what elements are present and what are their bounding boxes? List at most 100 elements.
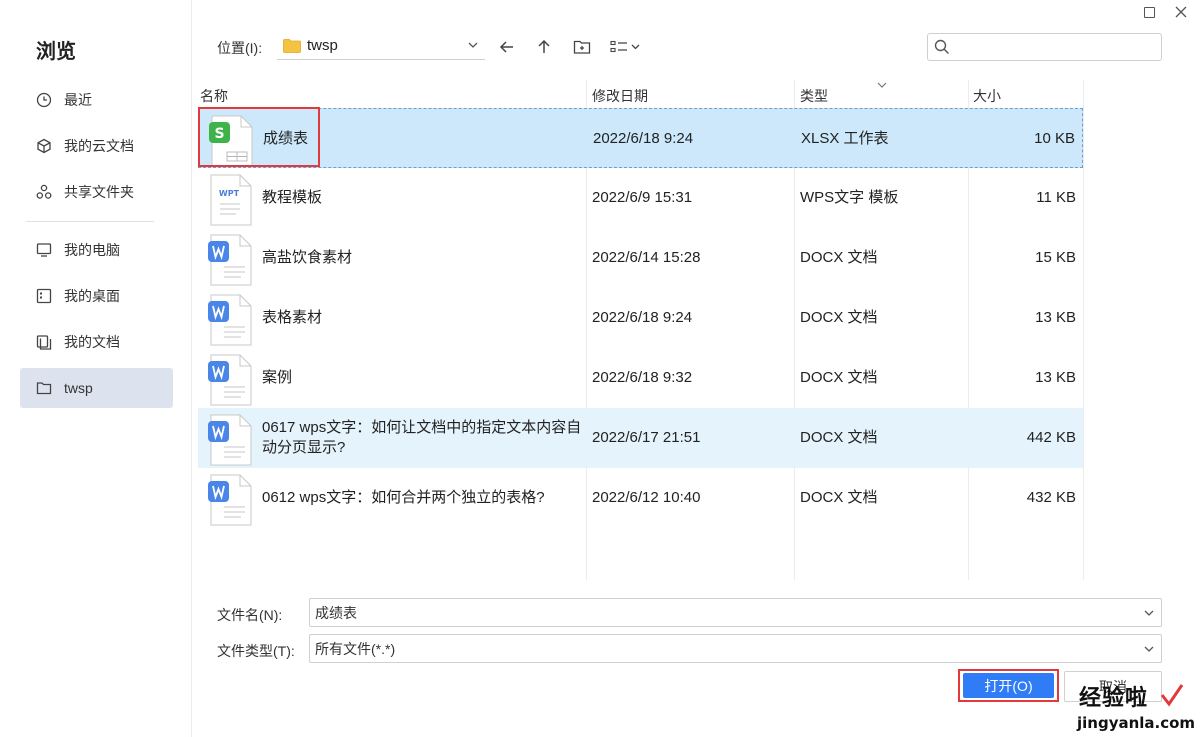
file-type: DOCX 文档 (800, 369, 878, 386)
chevron-down-icon (1144, 646, 1154, 652)
file-row[interactable]: 0612 wps文字：如何合并两个独立的表格? 2022/6/12 10:40 … (198, 468, 1083, 528)
search-input[interactable] (954, 39, 1161, 55)
sidebar-title: 浏览 (36, 41, 76, 63)
sidebar: 浏览 最近 我的云文档 共享文件夹 我的电脑 我的桌面 我的文档 twsp (0, 0, 192, 737)
up-button[interactable] (531, 34, 557, 60)
close-icon (1175, 6, 1187, 18)
location-label: 位置(I): (217, 40, 263, 56)
file-row[interactable]: WPT 教程模板 2022/6/9 15:31 WPS文字 模板 11 KB (198, 168, 1083, 228)
sidebar-item-recent[interactable]: 最近 (20, 80, 173, 120)
file-name: 0612 wps文字：如何合并两个独立的表格? (262, 489, 545, 506)
sidebar-item-label: 我的电脑 (64, 242, 120, 258)
clock-icon (36, 92, 52, 108)
file-size: 13 KB (1035, 369, 1076, 386)
file-name: 表格素材 (262, 309, 323, 326)
view-mode-button[interactable] (609, 34, 645, 60)
file-type: DOCX 文档 (800, 309, 878, 326)
file-type: DOCX 文档 (800, 429, 878, 446)
location-dropdown[interactable]: twsp (277, 32, 485, 60)
file-row[interactable]: S 成绩表 2022/6/18 9:24 XLSX 工作表 10 KB (198, 108, 1083, 168)
location-value: twsp (307, 37, 338, 54)
sidebar-item-my-computer[interactable]: 我的电脑 (20, 230, 173, 270)
sidebar-item-my-desktop[interactable]: 我的桌面 (20, 276, 173, 316)
sidebar-item-my-documents[interactable]: 我的文档 (20, 322, 173, 362)
sidebar-item-label: 最近 (64, 92, 92, 108)
word-file-icon (208, 474, 252, 526)
column-separator (1083, 80, 1084, 580)
word-file-icon (208, 414, 252, 466)
sidebar-item-shared-folder[interactable]: 共享文件夹 (20, 172, 173, 212)
column-header-name[interactable]: 名称 (200, 86, 228, 106)
checkmark-icon (1160, 684, 1184, 707)
search-icon (934, 39, 949, 54)
close-button[interactable] (1169, 2, 1193, 22)
file-row[interactable]: 高盐饮食素材 2022/6/14 15:28 DOCX 文档 15 KB (198, 228, 1083, 288)
filetype-select[interactable]: 所有文件(*.*) (309, 634, 1162, 663)
sidebar-item-label: 我的文档 (64, 334, 120, 350)
filename-value: 成绩表 (315, 604, 357, 621)
folder-icon (36, 380, 52, 396)
file-date: 2022/6/12 10:40 (592, 489, 701, 506)
column-header-type[interactable]: 类型 (800, 86, 828, 106)
filename-field[interactable]: 成绩表 (309, 598, 1162, 627)
sidebar-item-label: 我的桌面 (64, 288, 120, 304)
file-row[interactable]: 0617 wps文字：如何让文档中的指定文本内容自动分页显示? 2022/6/1… (198, 408, 1083, 468)
documents-icon (36, 334, 52, 350)
file-date: 2022/6/9 15:31 (592, 189, 693, 206)
folder-icon (283, 38, 301, 53)
file-name: 0617 wps文字：如何让文档中的指定文本内容自动分页显示? (262, 419, 582, 456)
maximize-icon (1143, 6, 1155, 18)
file-type: DOCX 文档 (800, 489, 878, 506)
file-row[interactable]: 案例 2022/6/18 9:32 DOCX 文档 13 KB (198, 348, 1083, 408)
file-date: 2022/6/14 15:28 (592, 249, 701, 266)
column-header-date[interactable]: 修改日期 (592, 86, 648, 106)
wpt-badge: WPT (219, 189, 240, 198)
file-size: 15 KB (1035, 249, 1076, 266)
new-folder-button[interactable] (569, 34, 595, 60)
back-button[interactable] (494, 34, 520, 60)
desktop-icon (36, 288, 52, 304)
open-button[interactable]: 打开(O) (958, 669, 1059, 702)
sort-chevron-icon (877, 82, 887, 88)
chevron-down-icon (1144, 610, 1154, 616)
sidebar-item-label: 我的云文档 (64, 138, 134, 154)
sidebar-item-twsp[interactable]: twsp (20, 368, 173, 408)
file-name: 教程模板 (262, 189, 323, 206)
file-size: 442 KB (1026, 429, 1076, 446)
file-name: 高盐饮食素材 (262, 249, 353, 266)
cube-icon (36, 138, 52, 154)
cancel-button-label: 取消 (1099, 678, 1127, 695)
sidebar-item-label: 共享文件夹 (64, 184, 134, 200)
watermark-url: jingyanla.com (1077, 714, 1196, 732)
maximize-button[interactable] (1137, 2, 1161, 22)
file-size: 11 KB (1036, 189, 1076, 206)
file-name: 案例 (262, 369, 293, 386)
new-folder-icon (573, 40, 591, 54)
file-row[interactable]: 表格素材 2022/6/18 9:24 DOCX 文档 13 KB (198, 288, 1083, 348)
search-box[interactable] (927, 33, 1162, 61)
column-header-size[interactable]: 大小 (973, 86, 1001, 106)
wpt-template-file-icon: WPT (210, 174, 252, 226)
file-name: 成绩表 (263, 130, 309, 147)
file-type: XLSX 工作表 (801, 130, 889, 147)
filetype-label: 文件类型(T): (217, 643, 295, 659)
svg-text:S: S (214, 126, 224, 142)
filename-label: 文件名(N): (217, 607, 283, 623)
file-type: WPS文字 模板 (800, 189, 899, 206)
cancel-button[interactable]: 取消 (1064, 671, 1162, 702)
file-type: DOCX 文档 (800, 249, 878, 266)
file-size: 432 KB (1026, 489, 1076, 506)
sidebar-divider (26, 221, 154, 222)
sidebar-item-label: twsp (64, 380, 93, 396)
word-file-icon (208, 354, 252, 406)
open-button-label: 打开(O) (963, 673, 1054, 698)
word-file-icon (208, 234, 252, 286)
spreadsheet-file-icon: S (209, 115, 253, 167)
arrow-left-icon (499, 41, 513, 53)
share-icon (36, 184, 52, 200)
sidebar-item-cloud-docs[interactable]: 我的云文档 (20, 126, 173, 166)
file-date: 2022/6/18 9:24 (592, 309, 693, 326)
word-file-icon (208, 294, 252, 346)
file-date: 2022/6/18 9:32 (592, 369, 693, 386)
filetype-value: 所有文件(*.*) (315, 640, 396, 657)
